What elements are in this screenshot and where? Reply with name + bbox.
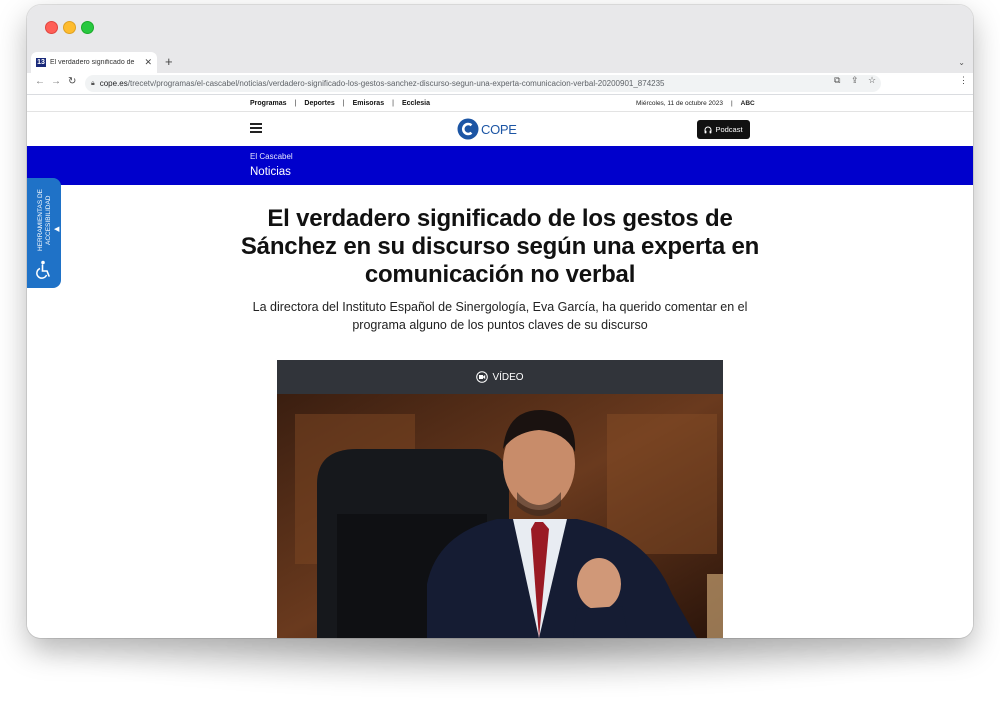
headphones-icon [704, 126, 712, 133]
wheelchair-icon [36, 260, 50, 279]
favicon-icon: 13 [36, 58, 46, 67]
top-nav: Programas | Deportes | Emisoras | Eccles… [250, 100, 430, 107]
browser-menu-icon[interactable]: ⋮ [959, 76, 968, 85]
accessibility-tools-tab[interactable]: HERRAMIENTAS DE ACCESIBILIDAD ◀ [27, 178, 61, 288]
site-header: COPE Podcast [27, 113, 973, 146]
browser-toolbar: ← → ↻ 🔒︎ cope.es/trecetv/programas/el-ca… [27, 73, 973, 95]
video-thumbnail-image[interactable] [277, 394, 723, 638]
browser-window: 13 El verdadero significado de los gesto… [27, 5, 973, 638]
video-player[interactable]: VÍDEO [277, 360, 723, 638]
video-label: VÍDEO [492, 371, 524, 383]
forward-arrow-icon[interactable]: → [51, 77, 61, 87]
share-icon[interactable]: ⇪ [851, 76, 859, 85]
cope-logo[interactable]: COPE [457, 118, 517, 140]
url-path: /trecetv/programas/el-cascabel/noticias/… [127, 79, 665, 88]
podcast-label: Podcast [715, 125, 743, 134]
tab-title: El verdadero significado de los gestos [50, 59, 136, 66]
minimize-window-button[interactable] [63, 21, 76, 34]
new-tab-button[interactable]: + [165, 55, 173, 68]
lock-icon: 🔒︎ [91, 79, 95, 87]
article-subheadline: La directora del Instituto Español de Si… [252, 300, 748, 332]
cope-logo-mark-icon [457, 118, 479, 140]
tab-search-chevron-icon[interactable]: ⌄ [958, 58, 965, 67]
date-area: Miércoles, 11 de octubre 2023 | ABC [636, 100, 755, 107]
article-headline: El verdadero significado de los gestos d… [240, 205, 760, 288]
title-bar [27, 5, 973, 49]
nav-separator: | [294, 100, 297, 107]
hamburger-menu-icon[interactable] [250, 123, 262, 133]
top-utility-bar: Programas | Deportes | Emisoras | Eccles… [27, 95, 973, 112]
back-arrow-icon[interactable]: ← [35, 77, 45, 87]
close-window-button[interactable] [45, 21, 58, 34]
url-text: cope.es/trecetv/programas/el-cascabel/no… [100, 79, 665, 88]
install-app-icon[interactable]: ⧉ [834, 76, 840, 85]
nav-link-programas[interactable]: Programas [250, 100, 287, 107]
section-title[interactable]: Noticias [250, 166, 291, 178]
caret-left-icon: ◀ [54, 226, 60, 233]
maximize-window-button[interactable] [81, 21, 94, 34]
close-tab-icon[interactable]: ✕ [144, 57, 152, 68]
bookmark-star-icon[interactable]: ☆ [868, 76, 876, 85]
nav-separator: | [342, 100, 345, 107]
web-page: Programas | Deportes | Emisoras | Eccles… [27, 95, 973, 638]
nav-link-ecclesia[interactable]: Ecclesia [402, 100, 430, 107]
browser-tab[interactable]: 13 El verdadero significado de los gesto… [31, 52, 157, 73]
section-band: El Cascabel Noticias [27, 146, 973, 185]
partner-link[interactable]: ABC [741, 100, 755, 107]
logo-text: COPE [481, 121, 517, 137]
video-play-icon [476, 371, 489, 383]
current-date: Miércoles, 11 de octubre 2023 [636, 100, 723, 107]
reload-icon[interactable]: ↻ [68, 77, 76, 87]
nav-link-emisoras[interactable]: Emisoras [353, 100, 385, 107]
date-separator: | [730, 100, 733, 107]
program-link[interactable]: El Cascabel [250, 152, 293, 161]
address-bar[interactable]: 🔒︎ cope.es/trecetv/programas/el-cascabel… [85, 75, 881, 92]
nav-separator: | [392, 100, 394, 107]
url-host: cope.es [99, 79, 128, 88]
nav-link-deportes[interactable]: Deportes [304, 100, 334, 107]
video-header: VÍDEO [277, 360, 723, 394]
accessibility-label: HERRAMIENTAS DE ACCESIBILIDAD [36, 189, 52, 251]
podcast-button[interactable]: Podcast [697, 120, 750, 139]
tab-strip: 13 El verdadero significado de los gesto… [27, 49, 973, 73]
